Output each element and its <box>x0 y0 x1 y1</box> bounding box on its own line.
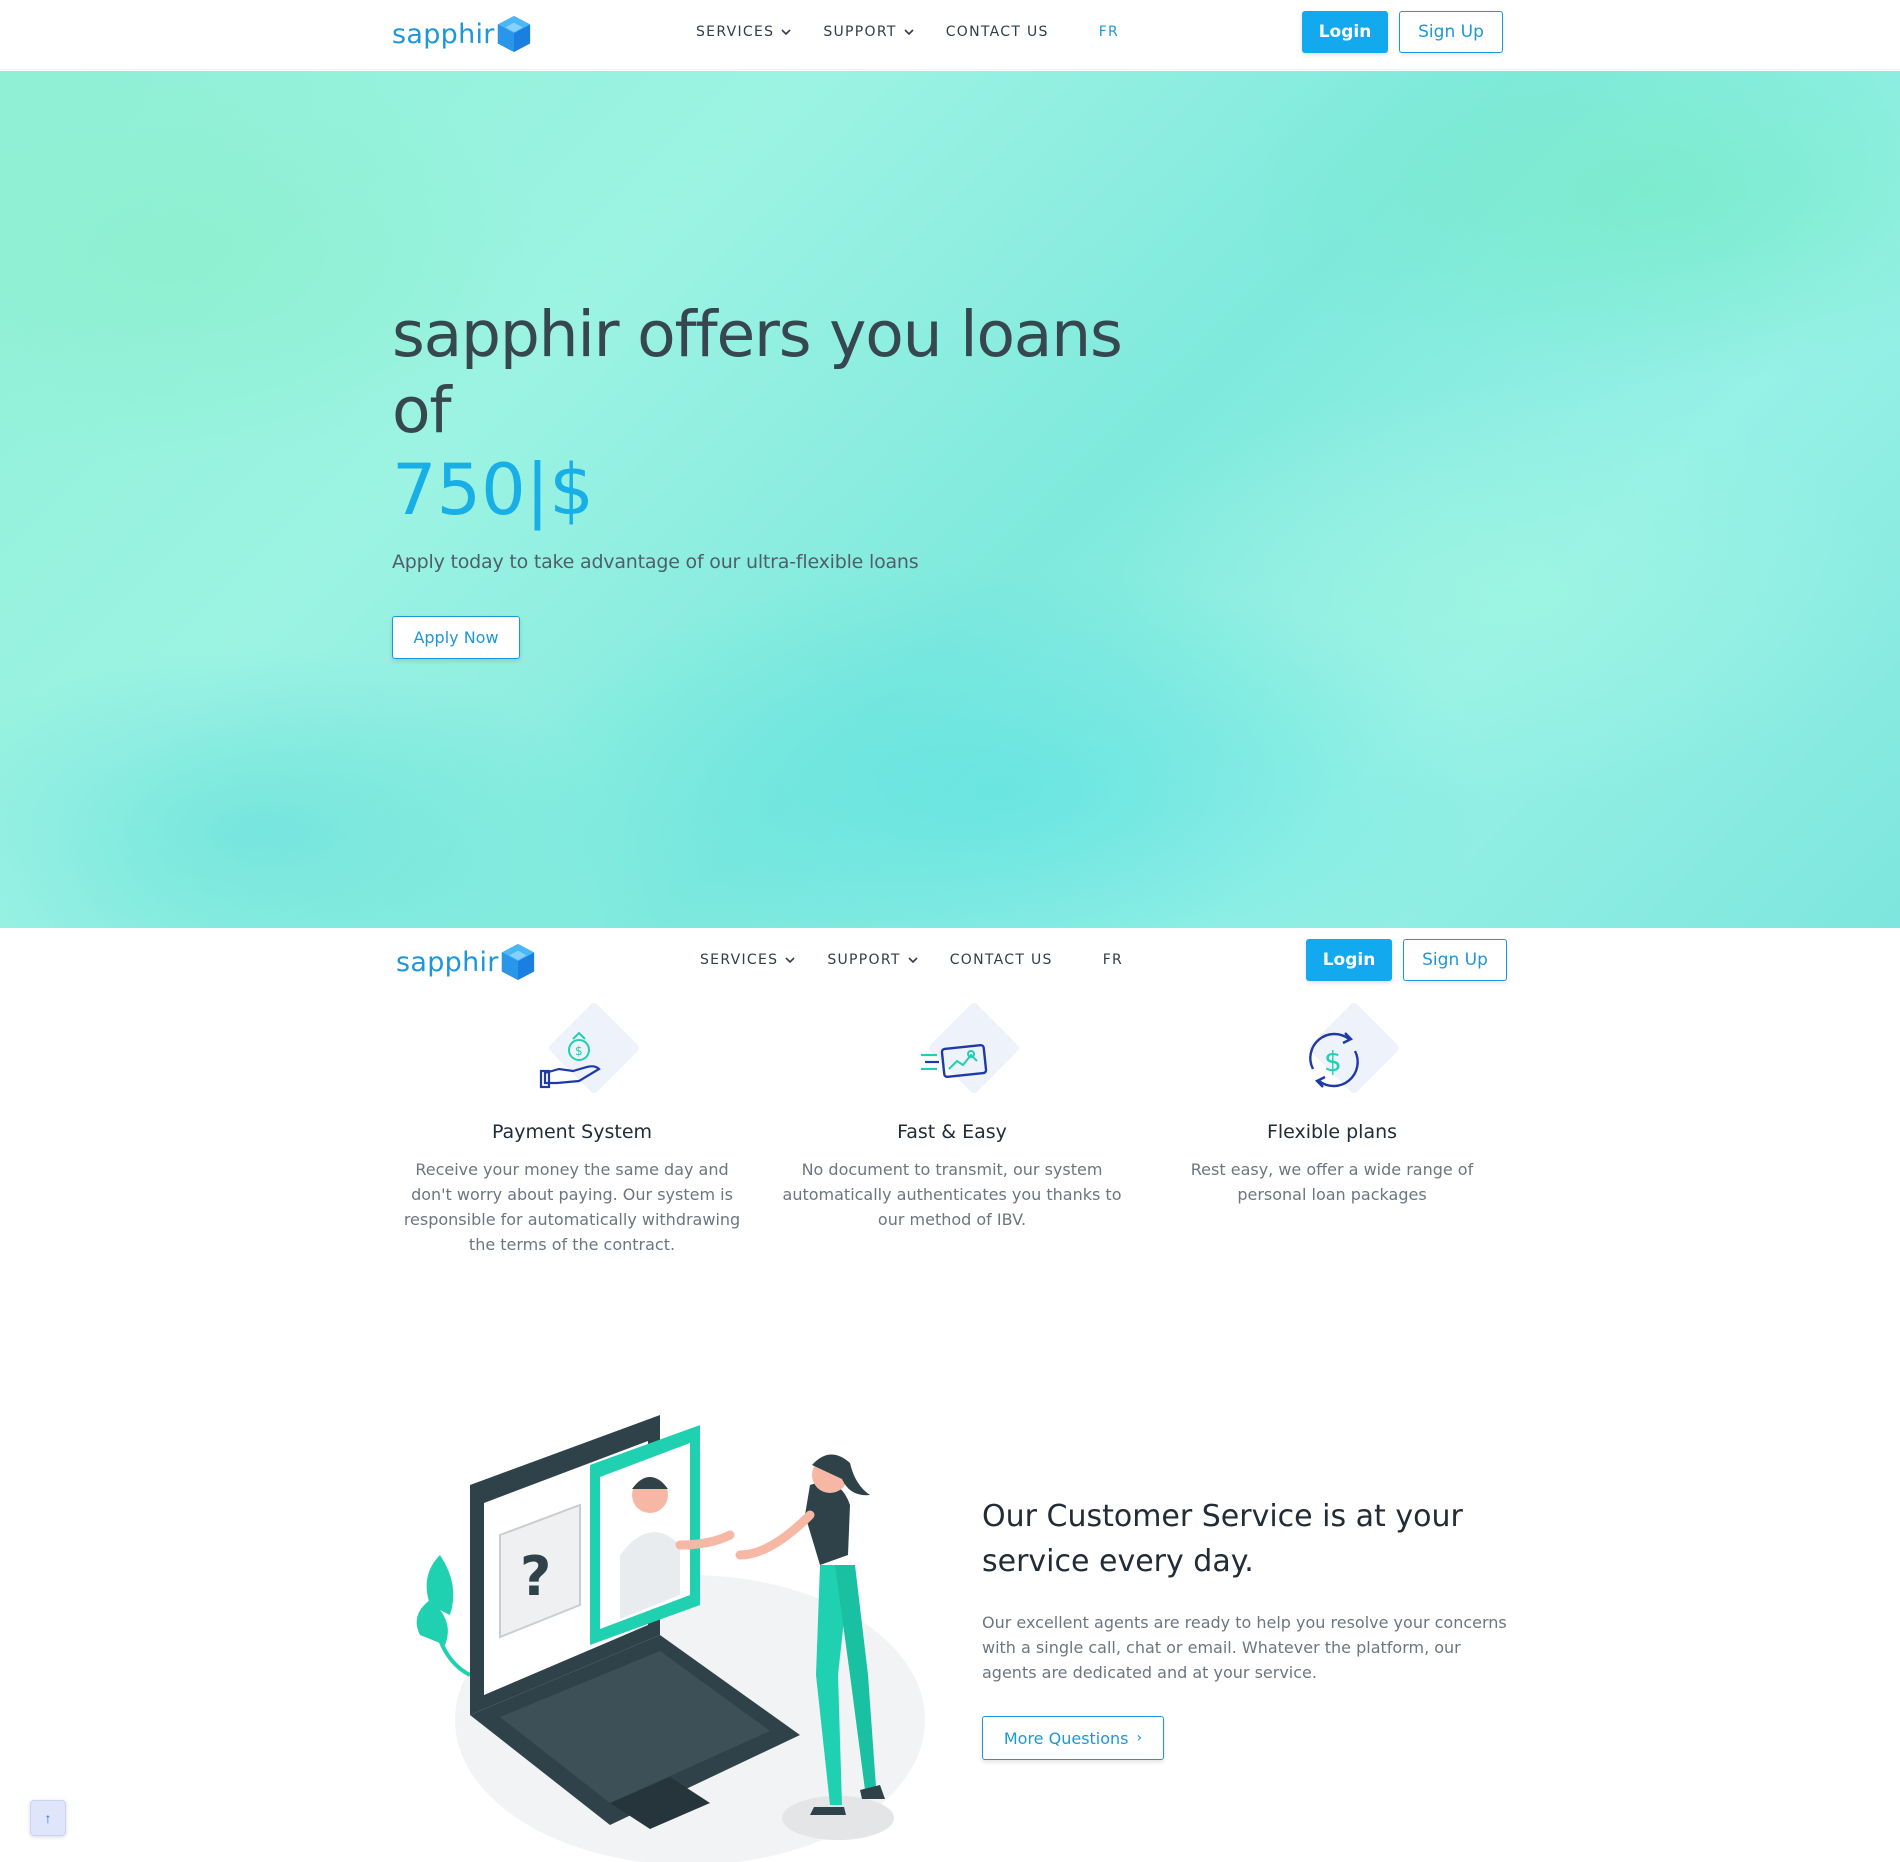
feature-title: Flexible plans <box>1266 1121 1398 1143</box>
logo[interactable]: sapphir <box>396 942 537 982</box>
nav-services[interactable]: SERVICES <box>700 952 795 968</box>
customer-service-illustration: ? <box>416 1415 925 1862</box>
sticky-navbar: sapphir SERVICES SUPPORT CONTACT US FR L… <box>0 928 1900 998</box>
nav-support[interactable]: SUPPORT <box>827 952 918 968</box>
nav-language[interactable]: FR <box>1103 952 1123 968</box>
hexagon-gem-icon <box>497 15 530 53</box>
logo-text: sapphir <box>392 18 495 50</box>
chevron-down-icon <box>904 28 914 35</box>
navbar-inner: sapphir SERVICES SUPPORT CONTACT US FR L… <box>396 928 1508 998</box>
customer-service-title: Our Customer Service is at your service … <box>982 1499 1463 1579</box>
hero-subtitle: Apply today to take advantage of our ult… <box>392 551 919 573</box>
fast-card-icon <box>921 1043 988 1079</box>
feature-text: Rest easy, we offer a wide range of pers… <box>1190 1160 1474 1204</box>
nav-support-label: SUPPORT <box>827 952 901 968</box>
more-questions-label: More Questions <box>1003 1728 1129 1748</box>
logo-text: sapphir <box>396 946 499 978</box>
nav-language[interactable]: FR <box>1099 24 1119 40</box>
hero-title: sapphir offers you loans of <box>392 298 1123 447</box>
signup-button[interactable]: Sign Up <box>1403 939 1507 981</box>
svg-text:?: ? <box>520 1545 551 1608</box>
hexagon-gem-icon <box>501 943 534 981</box>
nav-links: SERVICES SUPPORT CONTACT US FR <box>696 24 1151 40</box>
navbar-inner: sapphir SERVICES SUPPORT CONTACT US FR L… <box>392 0 1504 70</box>
chevron-down-icon <box>908 956 918 963</box>
chevron-down-icon <box>781 28 791 35</box>
hero-section: sapphir offers you loans of 750|$ Apply … <box>0 71 1900 928</box>
money-hand-icon: $ <box>539 1031 601 1089</box>
chevron-down-icon <box>785 956 795 963</box>
arrow-up-icon: ↑ <box>44 1810 52 1826</box>
nav-services-label: SERVICES <box>696 24 775 40</box>
nav-services[interactable]: SERVICES <box>696 24 791 40</box>
feature-icon-wrap: $ <box>517 1001 641 1115</box>
hero-amount: 750|$ <box>392 449 594 531</box>
chevron-right-icon: › <box>1136 1730 1143 1746</box>
nav-contact[interactable]: CONTACT US <box>950 952 1053 968</box>
apply-now-button[interactable]: Apply Now <box>392 616 520 659</box>
feature-text: Receive your money the same day and don'… <box>403 1160 741 1254</box>
login-button[interactable]: Login <box>1302 11 1388 53</box>
nav-support[interactable]: SUPPORT <box>823 24 914 40</box>
customer-service-text: Our excellent agents are ready to help y… <box>982 1613 1507 1682</box>
dollar-cycle-icon: $ <box>1309 1032 1359 1088</box>
feature-icon-wrap: $ <box>1277 1001 1401 1115</box>
svg-text:$: $ <box>1324 1045 1342 1078</box>
login-button[interactable]: Login <box>1306 939 1392 981</box>
nav-services-label: SERVICES <box>700 952 779 968</box>
nav-support-label: SUPPORT <box>823 24 897 40</box>
scroll-to-top-button[interactable]: ↑ <box>30 1800 66 1836</box>
top-navbar: sapphir SERVICES SUPPORT CONTACT US FR L… <box>0 0 1900 70</box>
feature-fast-easy: Fast & Easy No document to transmit, our… <box>772 1001 1132 1232</box>
logo[interactable]: sapphir <box>392 14 533 54</box>
more-questions-button[interactable]: More Questions › <box>982 1716 1164 1760</box>
feature-payment-system: $ Payment System Receive your money the … <box>392 1001 752 1257</box>
feature-icon-wrap <box>897 1001 1021 1115</box>
feature-text: No document to transmit, our system auto… <box>782 1160 1122 1229</box>
svg-text:$: $ <box>575 1044 583 1058</box>
feature-title: Payment System <box>491 1121 653 1143</box>
signup-button[interactable]: Sign Up <box>1399 11 1503 53</box>
nav-contact[interactable]: CONTACT US <box>946 24 1049 40</box>
feature-flexible-plans: $ Flexible plans Rest easy, we offer a w… <box>1152 1001 1512 1207</box>
nav-links: SERVICES SUPPORT CONTACT US FR <box>700 952 1155 968</box>
feature-title: Fast & Easy <box>897 1121 1007 1143</box>
